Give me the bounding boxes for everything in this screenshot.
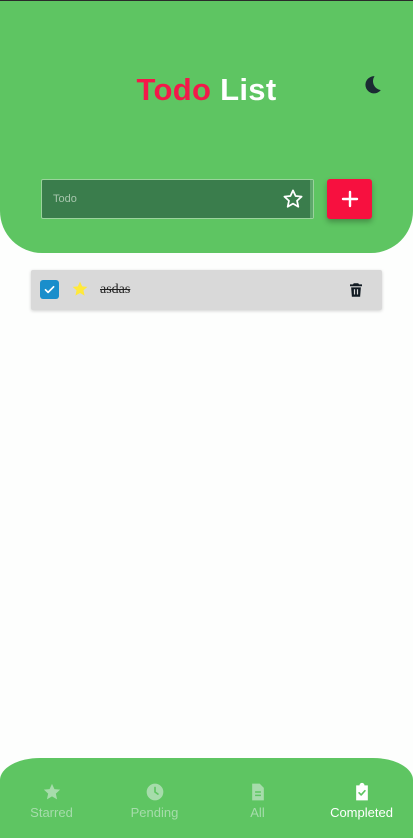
input-edge [310,180,313,218]
nav-label-starred: Starred [30,805,73,820]
app-header: Todo List [0,1,413,253]
plus-icon [341,190,358,208]
title-list: List [220,72,277,107]
nav-item-starred[interactable]: Starred [0,782,103,822]
star-outline-icon[interactable] [282,188,304,210]
star-filled-icon[interactable] [71,280,89,298]
todo-input-container [41,179,314,219]
clock-icon [146,783,163,801]
todo-item: asdas [31,270,382,310]
check-icon [44,285,55,294]
nav-label-pending: Pending [130,805,179,820]
todo-input[interactable] [42,180,278,218]
nav-item-pending[interactable]: Pending [103,782,206,822]
star-icon [43,783,60,800]
todo-checkbox[interactable] [40,280,59,299]
nav-label-completed: Completed [330,805,393,820]
todo-text: asdas [100,282,131,297]
nav-item-all[interactable]: All [206,782,309,822]
nav-label-all: All [250,805,265,820]
add-todo-button[interactable] [327,179,372,219]
clipboard-check-icon [355,782,368,801]
document-icon [251,783,264,801]
bottom-navigation: Starred Pending All Completed [0,758,413,838]
moon-icon[interactable] [360,73,384,97]
trash-icon[interactable] [347,281,365,299]
page-title: Todo List [0,72,413,108]
title-todo: Todo [136,72,212,107]
nav-item-completed[interactable]: Completed [310,782,413,822]
